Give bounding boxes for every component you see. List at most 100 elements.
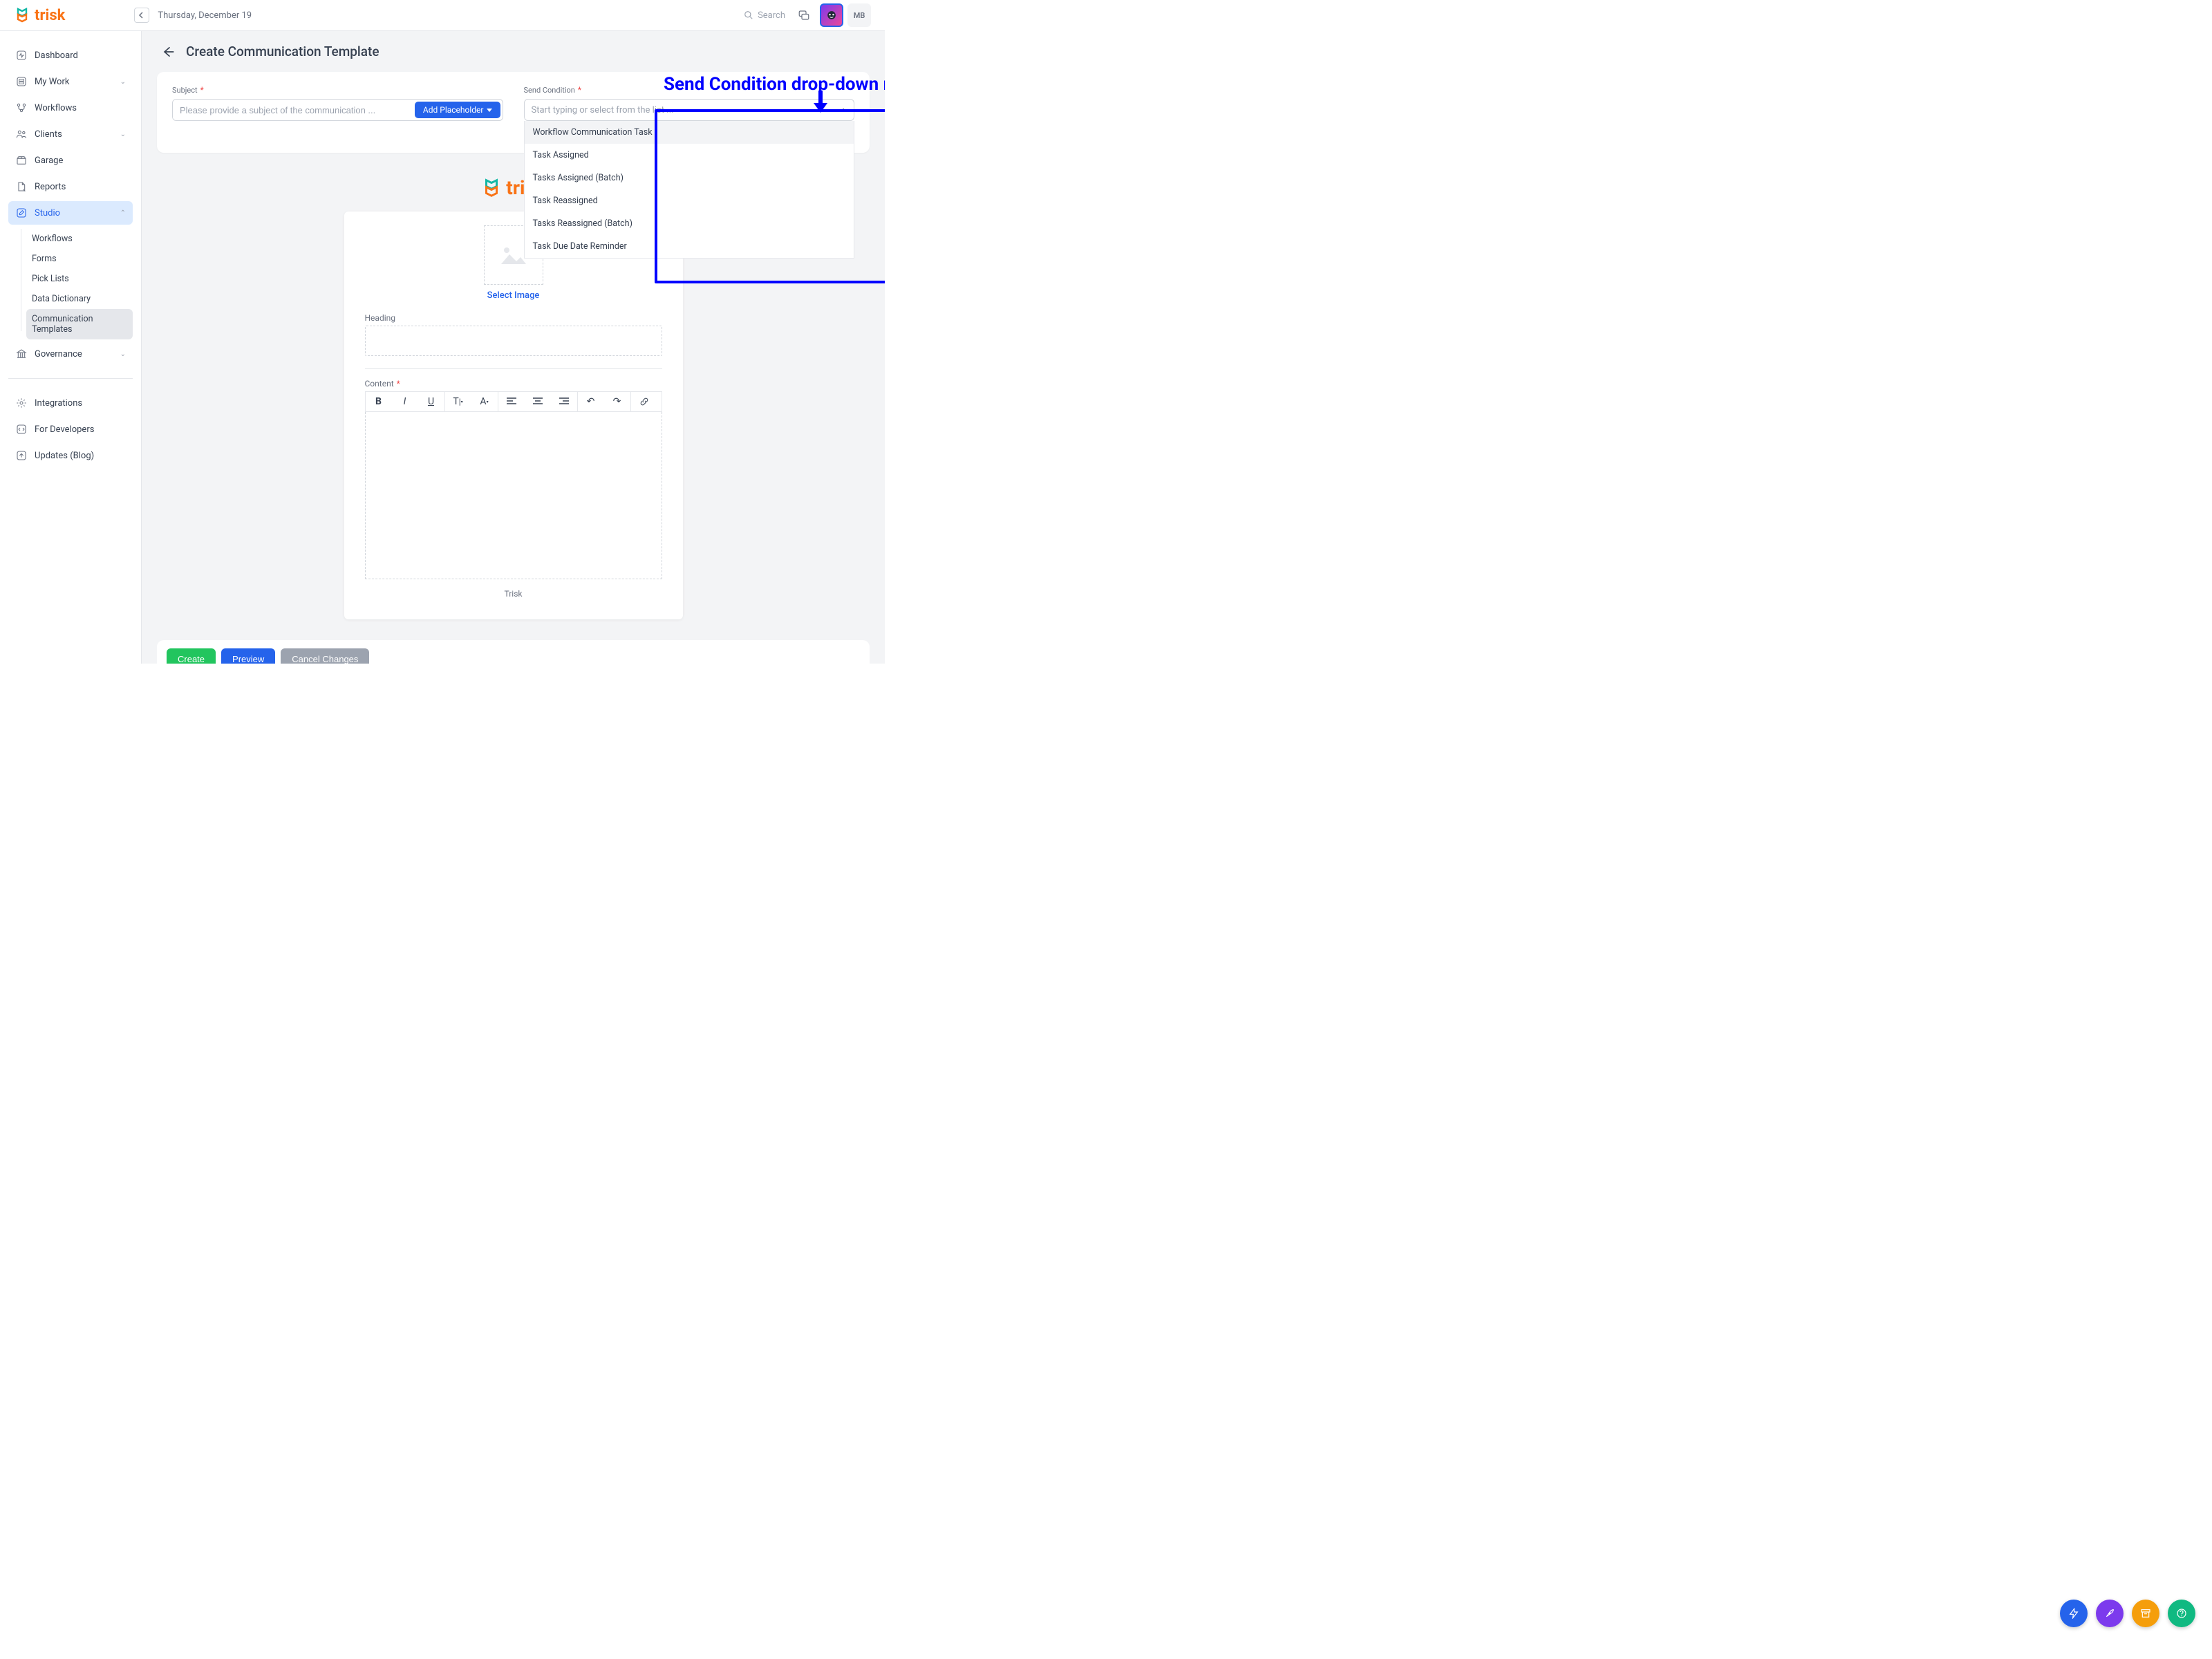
sidebar: DashboardMy Work⌄WorkflowsClients⌄Garage…: [0, 31, 142, 664]
dropdown-option-task-reassigned[interactable]: Task Reassigned: [525, 189, 854, 212]
sidebar-item-label: For Developers: [35, 424, 94, 435]
preview-button[interactable]: Preview: [221, 648, 275, 664]
cards-icon: [15, 75, 28, 88]
cancel-button[interactable]: Cancel Changes: [281, 648, 369, 664]
annotation-label: Send Condition drop-down menu: [664, 74, 885, 95]
rocket-icon: [2104, 1608, 2115, 1619]
caret-up-icon: ▲: [840, 106, 847, 114]
subject-label: Subject*: [172, 85, 204, 95]
date-prev-button[interactable]: [134, 8, 149, 23]
content-label: Content *: [365, 379, 662, 388]
textstyle-button[interactable]: T|▾: [445, 392, 471, 411]
bold-button[interactable]: B: [366, 392, 392, 411]
add-placeholder-button[interactable]: Add Placeholder: [415, 102, 500, 118]
sidebar-item-label: Studio: [35, 208, 60, 218]
select-image-link[interactable]: Select Image: [365, 290, 662, 301]
send-condition-dropdown: Workflow Communication TaskTask Assigned…: [524, 121, 855, 259]
dropdown-option-tasks-assigned-batch-[interactable]: Tasks Assigned (Batch): [525, 167, 854, 189]
fontsize-button[interactable]: A▾: [471, 392, 498, 411]
fab-help[interactable]: [2168, 1600, 2195, 1627]
italic-button[interactable]: I: [392, 392, 418, 411]
send-condition-label: Send Condition*: [524, 85, 582, 95]
user-initials: MB: [854, 11, 865, 20]
sidebar-item-integrations[interactable]: Integrations: [8, 391, 133, 415]
template-footer-name: Trisk: [365, 589, 662, 599]
fab-archive[interactable]: [2132, 1600, 2159, 1627]
subject-input[interactable]: [173, 100, 413, 120]
sidebar-item-for-developers[interactable]: For Developers: [8, 418, 133, 441]
pencil-icon: [15, 207, 28, 219]
lightning-icon: [2068, 1608, 2079, 1619]
send-condition-select[interactable]: Start typing or select from the list ...…: [524, 99, 855, 121]
sidebar-item-studio[interactable]: Studio ⌃: [8, 201, 133, 225]
back-button[interactable]: [161, 45, 175, 59]
fab-rocket[interactable]: [2096, 1600, 2124, 1627]
logo-icon: [481, 178, 502, 198]
chat-button[interactable]: [792, 3, 816, 27]
dropdown-option-task-assigned[interactable]: Task Assigned: [525, 144, 854, 167]
subject-input-wrap: Add Placeholder: [172, 99, 503, 121]
activity-icon: [15, 49, 28, 62]
align-center-button[interactable]: [525, 392, 551, 411]
gear-icon: [15, 397, 28, 409]
box-icon: [15, 154, 28, 167]
content-editor[interactable]: [365, 412, 662, 579]
subnav-item-workflows[interactable]: Workflows: [26, 229, 133, 249]
subnav-item-pick-lists[interactable]: Pick Lists: [26, 269, 133, 289]
date-label: Thursday, December 19: [158, 10, 252, 21]
link-button[interactable]: [631, 392, 657, 411]
dropdown-option-workflow-communication-task[interactable]: Workflow Communication Task: [525, 121, 854, 144]
align-left-button[interactable]: [498, 392, 525, 411]
search-icon: [744, 10, 753, 20]
sidebar-item-workflows[interactable]: Workflows: [8, 96, 133, 120]
subnav-item-communication-templates[interactable]: Communication Templates: [26, 309, 133, 339]
sidebar-item-dashboard[interactable]: Dashboard: [8, 44, 133, 67]
help-icon: [2176, 1608, 2187, 1619]
brand-name: trisk: [35, 7, 65, 24]
sidebar-item-label: Dashboard: [35, 50, 78, 61]
sidebar-item-label: Integrations: [35, 398, 82, 409]
brand-logo[interactable]: trisk: [14, 7, 65, 24]
code-icon: [15, 423, 28, 435]
create-button[interactable]: Create: [167, 648, 216, 664]
sidebar-item-updates-blog-[interactable]: Updates (Blog): [8, 444, 133, 467]
dropdown-option-tasks-reassigned-batch-[interactable]: Tasks Reassigned (Batch): [525, 212, 854, 235]
sidebar-item-label: Updates (Blog): [35, 451, 94, 461]
people-icon: [15, 128, 28, 140]
date-navigator: Thursday, December 19: [134, 8, 252, 23]
send-condition-placeholder: Start typing or select from the list ...: [532, 105, 674, 115]
undo-button[interactable]: ↶: [578, 392, 604, 411]
doc-icon: [15, 180, 28, 193]
footer-actions: Create Preview Cancel Changes: [157, 640, 870, 664]
subnav-item-forms[interactable]: Forms: [26, 249, 133, 269]
dropdown-option-task-due-date-reminder[interactable]: Task Due Date Reminder: [525, 235, 854, 258]
underline-button[interactable]: U: [418, 392, 444, 411]
chevron-down-icon: ⌄: [120, 78, 126, 86]
robot-icon: [825, 8, 838, 22]
search-input[interactable]: Search: [737, 8, 792, 24]
sidebar-item-my-work[interactable]: My Work⌄: [8, 70, 133, 93]
studio-subnav: WorkflowsFormsPick ListsData DictionaryC…: [8, 229, 133, 339]
up-icon: [15, 449, 28, 462]
page-title: Create Communication Template: [186, 44, 379, 59]
user-avatar[interactable]: MB: [847, 3, 871, 27]
caret-down-icon: [487, 109, 492, 112]
heading-label: Heading: [365, 313, 662, 323]
chevron-down-icon: ⌄: [120, 131, 126, 138]
editor-card: Select Image Heading Content * B I U T|▾…: [344, 212, 683, 619]
assistant-button[interactable]: [820, 3, 843, 27]
chevron-up-icon: ⌃: [120, 209, 126, 217]
sidebar-item-reports[interactable]: Reports: [8, 175, 133, 198]
archive-icon: [2140, 1608, 2151, 1619]
sidebar-item-garage[interactable]: Garage: [8, 149, 133, 172]
image-icon: [500, 243, 527, 267]
heading-input[interactable]: [365, 326, 662, 356]
align-right-button[interactable]: [551, 392, 577, 411]
sidebar-item-label: Governance: [35, 349, 82, 359]
subnav-item-data-dictionary[interactable]: Data Dictionary: [26, 289, 133, 309]
fab-lightning[interactable]: [2060, 1600, 2088, 1627]
sidebar-item-governance[interactable]: Governance⌄: [8, 342, 133, 366]
redo-button[interactable]: ↷: [604, 392, 630, 411]
sidebar-item-clients[interactable]: Clients⌄: [8, 122, 133, 146]
editor-toolbar: B I U T|▾ A▾ ↶ ↷: [365, 391, 662, 412]
